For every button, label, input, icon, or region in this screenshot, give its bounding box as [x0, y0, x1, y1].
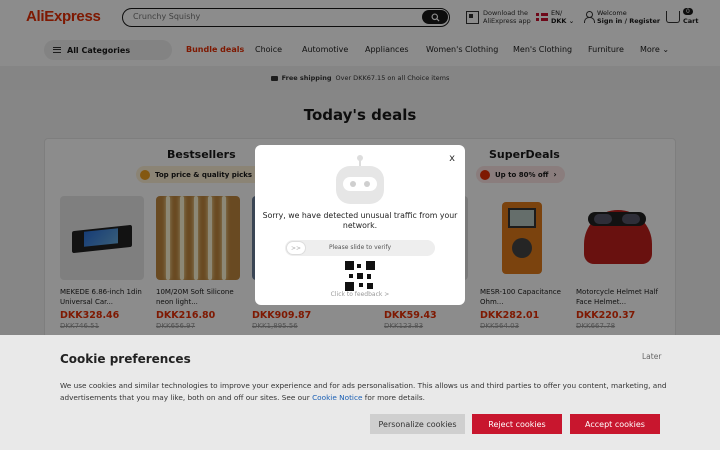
reject-cookies-button[interactable]: Reject cookies [472, 414, 562, 434]
cookie-notice-link[interactable]: Cookie Notice [312, 393, 362, 402]
cookie-description: We use cookies and similar technologies … [60, 380, 670, 404]
feedback-link[interactable]: Click to feedback > [255, 291, 465, 298]
robot-icon [335, 155, 385, 207]
slider-handle[interactable]: >> [286, 241, 306, 255]
cookie-title: Cookie preferences [60, 352, 191, 366]
cookie-text-after: for more details. [362, 393, 425, 402]
accept-cookies-button[interactable]: Accept cookies [570, 414, 660, 434]
personalize-cookies-button[interactable]: Personalize cookies [370, 414, 465, 434]
verify-slider[interactable]: Please slide to verify >> [285, 240, 435, 256]
captcha-message: Sorry, we have detected unusual traffic … [262, 211, 458, 230]
cookie-later-link[interactable]: Later [642, 352, 661, 361]
qr-code-image [345, 261, 375, 291]
slider-label: Please slide to verify [328, 244, 392, 251]
captcha-modal: x Sorry, we have detected unusual traffi… [255, 145, 465, 305]
close-icon[interactable]: x [449, 153, 455, 164]
